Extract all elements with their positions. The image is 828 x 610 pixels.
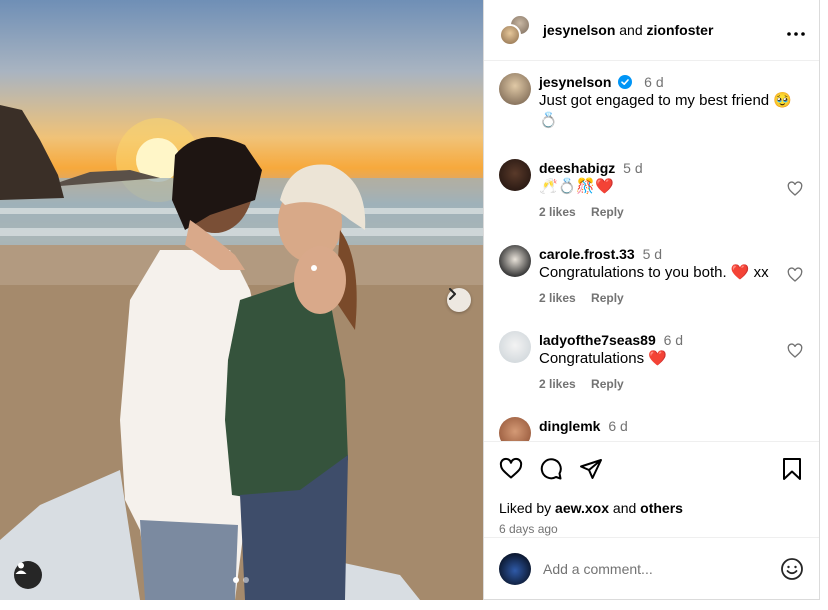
emoji-button[interactable] <box>780 557 804 581</box>
caption-text: Just got engaged to my best friend 🥹 💍 <box>539 92 792 129</box>
author-link[interactable]: jesynelson <box>543 22 615 38</box>
comment-time[interactable]: 6 d <box>608 418 627 434</box>
comment-item: ladyofthe7seas89 6 d Congratulations ❤️ … <box>499 331 803 391</box>
tagged-users-button[interactable] <box>14 561 42 589</box>
liked-by-prefix: Liked by <box>499 500 552 516</box>
post-side-panel: jesynelson and zionfoster jesynelson 6 d <box>483 0 820 600</box>
comment-username[interactable]: carole.frost.33 <box>539 246 635 262</box>
post-photo[interactable] <box>0 0 483 600</box>
avatar[interactable] <box>499 159 531 191</box>
comment-text: Congratulations to you both. ❤️ xx <box>539 264 769 281</box>
photo-illustration <box>0 105 483 600</box>
comment-icon <box>540 458 562 480</box>
avatar[interactable] <box>499 417 531 441</box>
comment-time[interactable]: 5 d <box>623 160 642 176</box>
comment-item: dinglemk 6 d <box>499 417 803 441</box>
comment-button[interactable] <box>539 457 563 481</box>
reply-button[interactable]: Reply <box>591 291 624 305</box>
comment-time[interactable]: 5 d <box>643 246 662 262</box>
comment-likes[interactable]: 2 likes <box>539 291 576 305</box>
author-joiner: and <box>619 22 643 38</box>
comment-text: 🥂💍🎊❤️ <box>539 178 614 195</box>
carousel-dots <box>233 577 249 583</box>
liked-by: Liked by aew.xox and others <box>499 500 803 516</box>
like-icon <box>499 457 523 479</box>
post-date[interactable]: 6 days ago <box>499 522 803 536</box>
post-authors: jesynelson and zionfoster <box>543 22 787 38</box>
comments-list[interactable]: jesynelson 6 d Just got engaged to my be… <box>484 61 819 441</box>
comment-username[interactable]: ladyofthe7seas89 <box>539 332 656 348</box>
comment-like-icon[interactable] <box>787 267 803 283</box>
avatar[interactable] <box>499 245 531 277</box>
author-avatars[interactable] <box>499 14 531 46</box>
avatar[interactable] <box>499 73 531 105</box>
comment-text: Congratulations ❤️ <box>539 350 667 367</box>
carousel-dot <box>243 577 249 583</box>
caption: jesynelson 6 d Just got engaged to my be… <box>499 73 803 131</box>
carousel-dot-active <box>233 577 239 583</box>
post-header: jesynelson and zionfoster <box>484 0 819 61</box>
caption-username[interactable]: jesynelson <box>539 74 611 90</box>
comment-item: deeshabigz 5 d 🥂💍🎊❤️ 2 likes Reply <box>499 159 803 219</box>
like-button[interactable] <box>499 457 523 481</box>
reply-button[interactable]: Reply <box>591 377 624 391</box>
author-link[interactable]: zionfoster <box>647 22 714 38</box>
save-button[interactable] <box>781 457 803 481</box>
comment-username[interactable]: dinglemk <box>539 418 600 434</box>
next-image-button[interactable] <box>447 288 471 312</box>
next-arrow-icon <box>449 288 456 300</box>
share-button[interactable] <box>579 457 603 481</box>
comment-item: carole.frost.33 5 d Congratulations to y… <box>499 245 803 305</box>
post-actions: Liked by aew.xox and others 6 days ago <box>484 441 819 536</box>
liked-by-user[interactable]: aew.xox <box>555 500 609 516</box>
emoji-icon <box>781 558 803 580</box>
comment-like-icon[interactable] <box>787 181 803 197</box>
share-icon <box>580 459 602 479</box>
comment-input[interactable] <box>543 561 780 577</box>
add-comment-bar <box>484 537 819 600</box>
verified-badge-icon <box>618 75 633 89</box>
caption-time[interactable]: 6 d <box>644 74 663 90</box>
more-options-button[interactable] <box>787 25 805 36</box>
current-user-avatar[interactable] <box>499 553 531 585</box>
comment-likes[interactable]: 2 likes <box>539 205 576 219</box>
avatar[interactable] <box>499 331 531 363</box>
reply-button[interactable]: Reply <box>591 205 624 219</box>
save-icon <box>783 458 801 480</box>
comment-like-icon[interactable] <box>787 343 803 359</box>
comment-likes[interactable]: 2 likes <box>539 377 576 391</box>
comment-time[interactable]: 6 d <box>664 332 683 348</box>
liked-by-others[interactable]: others <box>640 500 683 516</box>
more-horizontal-icon <box>787 31 805 36</box>
user-tag-icon <box>15 562 27 574</box>
avatar <box>499 24 521 46</box>
liked-by-joiner: and <box>612 500 637 516</box>
comment-username[interactable]: deeshabigz <box>539 160 615 176</box>
